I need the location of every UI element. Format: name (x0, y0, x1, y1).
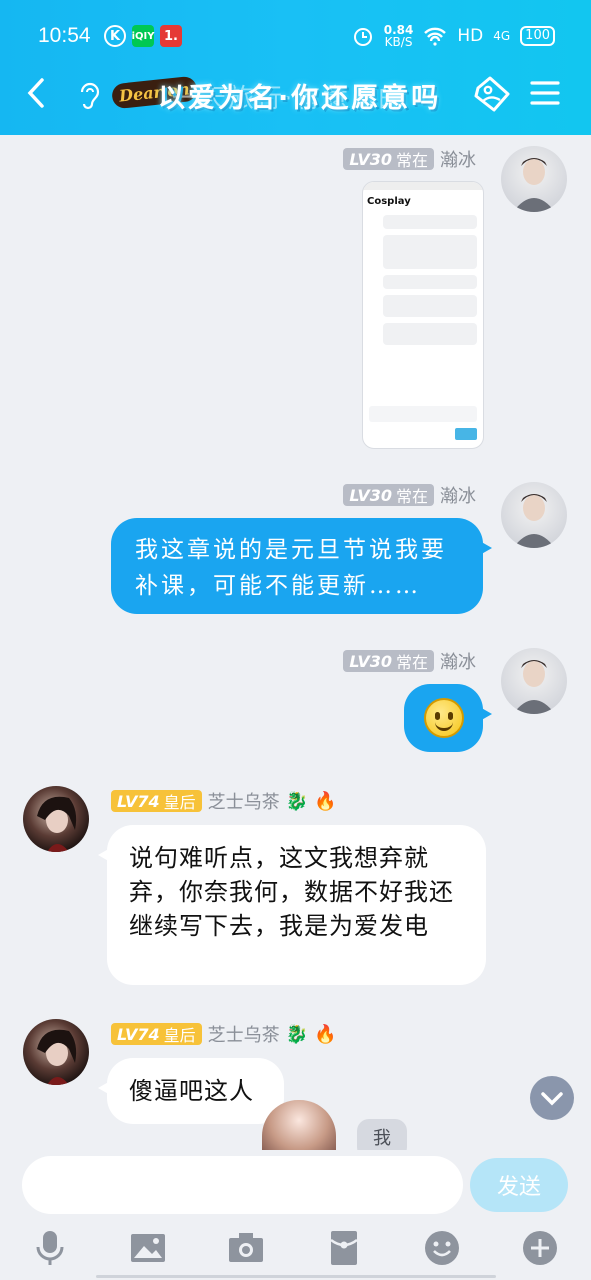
k-app-icon: K (104, 25, 126, 47)
shot-line (383, 235, 477, 269)
message-bubble[interactable]: 我这章说的是元旦节说我要补课，可能不能更新…… (111, 518, 492, 614)
shot-line (383, 295, 477, 317)
message-text: 我这章说的是元旦节说我要补课，可能不能更新…… (135, 537, 447, 599)
level-badge: LV30 常在 (343, 484, 434, 506)
sender-name[interactable]: 芝士乌茶 (208, 1021, 280, 1047)
notification-badge-icon: 1. (160, 25, 182, 47)
sender-name[interactable]: 瀚冰 (440, 482, 476, 508)
level-badge: LV30 常在 (343, 148, 434, 170)
status-bar: 10:54 K iQIY 1. 0.84 KB/S HD 4G 100 (0, 20, 591, 54)
input-bar: 发送 (0, 1150, 591, 1280)
chat-header: 10:54 K iQIY 1. 0.84 KB/S HD 4G 100 Dear … (0, 0, 591, 135)
message-meta: LV30 常在 瀚冰 (343, 482, 476, 508)
shot-input (369, 406, 477, 422)
back-icon[interactable] (22, 76, 52, 110)
menu-icon[interactable] (530, 78, 560, 108)
fire-icon: 🔥 (314, 790, 337, 812)
iqiyi-app-icon: iQIY (132, 25, 154, 47)
message-bubble[interactable] (404, 684, 492, 752)
message-bubble[interactable]: 傻逼吧这人 (98, 1058, 284, 1124)
alarm-icon (353, 28, 372, 46)
avatar[interactable] (501, 482, 567, 548)
wifi-icon (424, 27, 447, 46)
avatar[interactable] (501, 146, 567, 212)
signal-icon: 4G (493, 29, 511, 43)
send-button[interactable]: 发送 (470, 1158, 568, 1212)
avatar[interactable] (23, 786, 89, 852)
image-icon[interactable] (128, 1228, 168, 1268)
network-speed: 0.84 KB/S (383, 23, 414, 49)
message-input[interactable] (22, 1156, 463, 1214)
avatar[interactable] (501, 648, 567, 714)
shot-line (383, 215, 477, 229)
shot-line (383, 275, 477, 289)
microphone-icon[interactable] (30, 1228, 70, 1268)
dragon-icon: 🐉 (285, 790, 309, 812)
battery-icon: 100 (520, 26, 555, 46)
scroll-down-button[interactable] (530, 1076, 574, 1120)
level-badge: LV74 皇后 (111, 1023, 202, 1045)
message-text: 傻逼吧这人 (129, 1077, 254, 1105)
level-badge: LV30 常在 (343, 650, 434, 672)
smiley-emoji-icon (424, 698, 464, 738)
chevron-down-icon (541, 1092, 563, 1106)
shot-title: Cosplay (367, 196, 411, 207)
emoji-icon[interactable] (422, 1228, 462, 1268)
plus-icon[interactable] (520, 1228, 560, 1268)
message-meta: LV30 常在 瀚冰 (343, 648, 476, 674)
sender-name[interactable]: 瀚冰 (440, 648, 476, 674)
message-text: 说句难听点，这文我想弃就弃，你奈我何，数据不好我还继续写下去，我是为爱发电 (129, 844, 454, 940)
message-meta: LV74 皇后 芝士乌茶 🐉 🔥 (111, 1021, 337, 1047)
sender-name[interactable]: 瀚冰 (440, 146, 476, 172)
message-meta: LV74 皇后 芝士乌茶 🐉 🔥 (111, 788, 337, 814)
sender-name[interactable]: 芝士乌茶 (208, 788, 280, 814)
hd-indicator: HD (457, 26, 484, 46)
image-message[interactable]: Cosplay (362, 181, 484, 449)
avatar[interactable] (23, 1019, 89, 1085)
message-meta: LV30 常在 瀚冰 (343, 146, 476, 172)
nav-bar: Dear on 一天旅行·有意思的 以爱为名·你还愿意吗 (0, 62, 591, 128)
group-settings-icon[interactable] (468, 74, 512, 116)
status-right: 0.84 KB/S HD 4G 100 (352, 24, 555, 48)
chat-title[interactable]: 以爱为名·你还愿意吗 (158, 76, 441, 115)
home-indicator (96, 1275, 496, 1278)
ear-icon[interactable] (76, 80, 100, 110)
shot-send (455, 428, 477, 440)
red-packet-icon[interactable] (324, 1228, 364, 1268)
shot-line (383, 323, 477, 345)
camera-icon[interactable] (226, 1228, 266, 1268)
message-bubble[interactable]: 说句难听点，这文我想弃就弃，你奈我何，数据不好我还继续写下去，我是为爱发电 (98, 825, 486, 985)
toolbar (0, 1220, 591, 1280)
dragon-icon: 🐉 (285, 1023, 309, 1045)
status-time: 10:54 (38, 24, 91, 47)
level-badge: LV74 皇后 (111, 790, 202, 812)
fire-icon: 🔥 (314, 1023, 337, 1045)
